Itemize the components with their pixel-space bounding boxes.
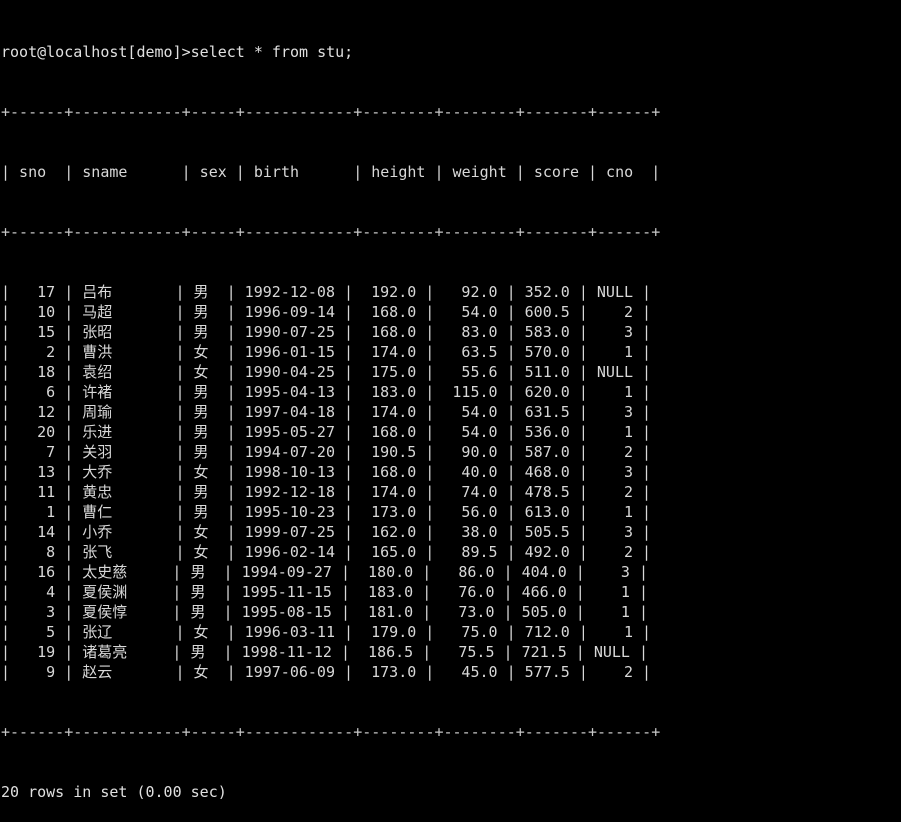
table-row: | 20 | 乐进 | 男 | 1995-05-27 | 168.0 | 54.… xyxy=(1,423,652,441)
table-body: | 17 | 吕布 | 男 | 1992-12-08 | 192.0 | 92.… xyxy=(1,282,901,682)
table-row: | 6 | 许褚 | 男 | 1995-04-13 | 183.0 | 115.… xyxy=(1,383,652,401)
table-row: | 3 | 夏侯惇 | 男 | 1995-08-15 | 181.0 | 73.… xyxy=(1,603,648,621)
table-row: | 7 | 关羽 | 男 | 1994-07-20 | 190.5 | 90.0… xyxy=(1,443,652,461)
table-top-border: +------+------------+-----+------------+… xyxy=(1,103,661,121)
table-header-row: | sno | sname | sex | birth | height | w… xyxy=(1,163,661,181)
table-row: | 17 | 吕布 | 男 | 1992-12-08 | 192.0 | 92.… xyxy=(1,283,652,301)
table-row: | 10 | 马超 | 男 | 1996-09-14 | 168.0 | 54.… xyxy=(1,303,652,321)
table-row: | 9 | 赵云 | 女 | 1997-06-09 | 173.0 | 45.0… xyxy=(1,663,652,681)
table-row: | 15 | 张昭 | 男 | 1990-07-25 | 168.0 | 83.… xyxy=(1,323,652,341)
table-row: | 11 | 黄忠 | 男 | 1992-12-18 | 174.0 | 74.… xyxy=(1,483,652,501)
table-row: | 4 | 夏侯渊 | 男 | 1995-11-15 | 183.0 | 76.… xyxy=(1,583,648,601)
table-row: | 19 | 诸葛亮 | 男 | 1998-11-12 | 186.5 | 75… xyxy=(1,643,648,661)
table-row: | 8 | 张飞 | 女 | 1996-02-14 | 165.0 | 89.5… xyxy=(1,543,652,561)
table-row: | 13 | 大乔 | 女 | 1998-10-13 | 168.0 | 40.… xyxy=(1,463,652,481)
result-status-line: 20 rows in set (0.00 sec) xyxy=(1,783,227,801)
command-prompt-line: root@localhost[demo]>select * from stu; xyxy=(1,43,354,61)
table-row: | 18 | 袁绍 | 女 | 1990-04-25 | 175.0 | 55.… xyxy=(1,363,652,381)
table-header-border: +------+------------+-----+------------+… xyxy=(1,223,661,241)
terminal-window[interactable]: root@localhost[demo]>select * from stu; … xyxy=(0,0,901,801)
table-row: | 1 | 曹仁 | 男 | 1995-10-23 | 173.0 | 56.0… xyxy=(1,503,652,521)
table-row: | 12 | 周瑜 | 男 | 1997-04-18 | 174.0 | 54.… xyxy=(1,403,652,421)
table-row: | 16 | 太史慈 | 男 | 1994-09-27 | 180.0 | 86… xyxy=(1,563,648,581)
table-row: | 2 | 曹洪 | 女 | 1996-01-15 | 174.0 | 63.5… xyxy=(1,343,652,361)
table-bottom-border: +------+------------+-----+------------+… xyxy=(1,723,661,741)
table-row: | 5 | 张辽 | 女 | 1996-03-11 | 179.0 | 75.0… xyxy=(1,623,652,641)
table-row: | 14 | 小乔 | 女 | 1999-07-25 | 162.0 | 38.… xyxy=(1,523,652,541)
